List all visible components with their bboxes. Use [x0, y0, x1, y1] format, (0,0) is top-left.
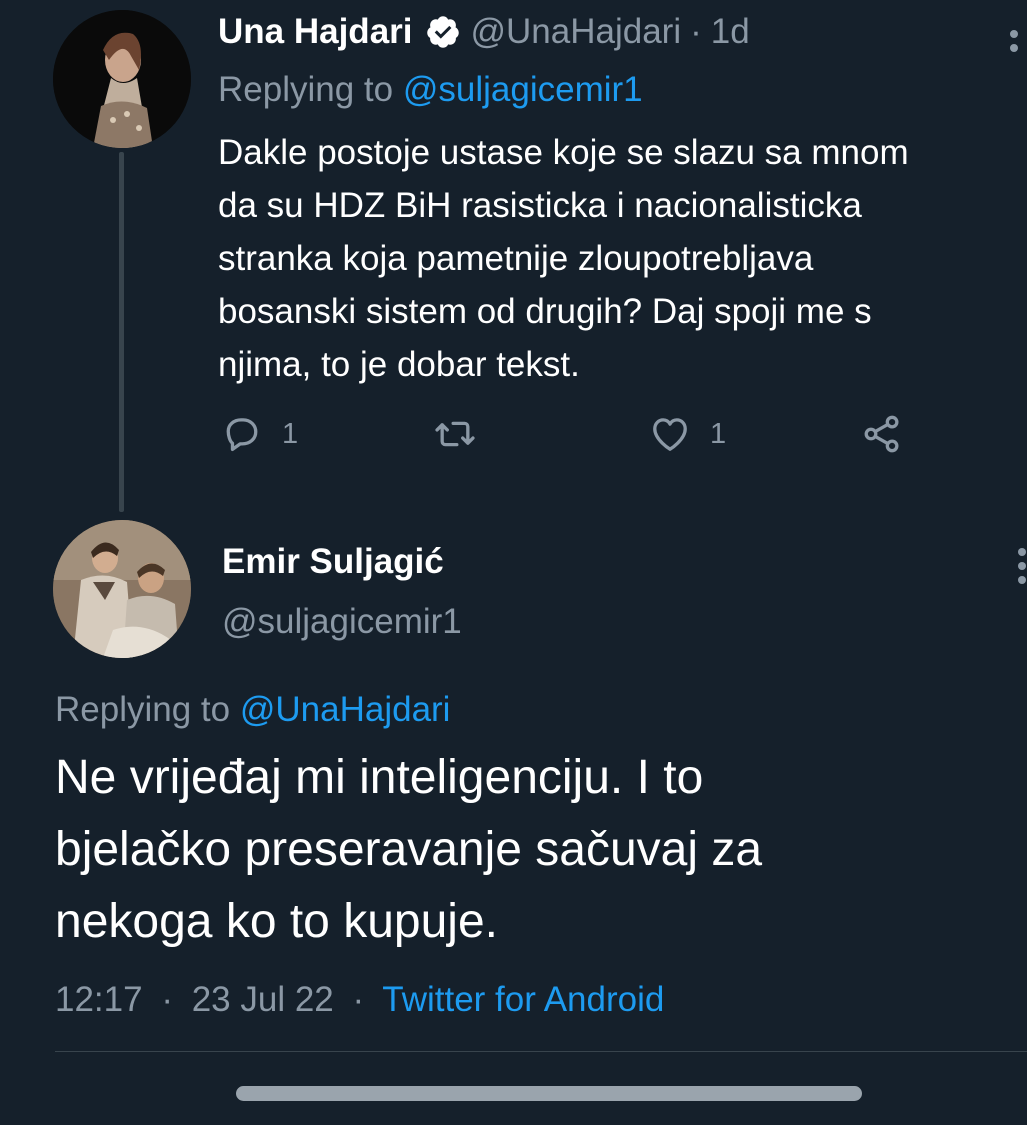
replying-prefix: Replying to — [218, 70, 394, 109]
replying-handle-link[interactable]: @UnaHajdari — [240, 690, 451, 729]
tweet-source-link[interactable]: Twitter for Android — [382, 980, 664, 1019]
author-name[interactable]: Emir Suljagić — [222, 538, 444, 586]
profile-photo — [53, 520, 191, 658]
tweet-metadata: 12:17 · 23 Jul 22 · Twitter for Android — [55, 976, 664, 1024]
author-name[interactable]: Una Hajdari — [218, 8, 413, 56]
share-nodes-icon — [864, 415, 899, 453]
retweet-arrows-icon — [435, 421, 475, 447]
tweet-time[interactable]: 1d — [711, 8, 750, 56]
like-count: 1 — [710, 417, 727, 450]
tweet-text-line: nekoga ko to kupuje. — [55, 895, 498, 948]
tweet1-action-bar: 1 1 — [220, 412, 920, 462]
replying-to: Replying to @UnaHajdari — [55, 686, 450, 734]
author-handle[interactable]: @suljagicemir1 — [222, 598, 462, 646]
replying-prefix: Replying to — [55, 690, 231, 729]
more-options-icon[interactable] — [1018, 548, 1027, 598]
tweet-text-line: Dakle postoje ustase koje se slazu sa mn… — [218, 133, 909, 172]
tweet-time: 12:17 — [55, 980, 143, 1019]
author-handle[interactable]: @UnaHajdari — [471, 8, 682, 56]
tweet1-header: Una Hajdari @UnaHajdari · 1d — [218, 8, 750, 56]
verified-badge-icon — [426, 16, 459, 48]
tweet-text-line: stranka koja pametnije zloupotrebljava — [218, 239, 814, 278]
tweet-date: 23 Jul 22 — [191, 980, 334, 1019]
avatar-emir-suljagic[interactable] — [53, 520, 191, 658]
replying-handle-link[interactable]: @suljagicemir1 — [403, 70, 643, 109]
tweet-text-line: bjelačko preseravanje sačuvaj za — [55, 823, 763, 876]
avatar-una-hajdari[interactable] — [53, 10, 191, 148]
tweet-text-line: da su HDZ BiH rasisticka i nacionalistic… — [218, 186, 862, 225]
speech-bubble-icon — [226, 418, 258, 452]
replying-to: Replying to @suljagicemir1 — [218, 66, 643, 114]
thread-connector-line — [119, 152, 124, 512]
reply-button[interactable]: 1 — [220, 412, 298, 456]
separator-dot: · — [690, 12, 702, 51]
tweet-text-line: bosanski sistem od drugih? Daj spoji me … — [218, 292, 872, 331]
separator-dot: · — [352, 980, 365, 1019]
tweet-text-line: njima, to je dobar tekst. — [218, 345, 580, 384]
divider — [55, 1051, 1027, 1052]
profile-photo — [53, 10, 191, 148]
tweet1-text: Dakle postoje ustase koje se slazu sa mn… — [218, 126, 1023, 391]
heart-icon — [653, 418, 687, 451]
like-button[interactable]: 1 — [648, 412, 726, 456]
home-indicator-bar[interactable] — [236, 1086, 862, 1101]
retweet-button[interactable] — [432, 412, 478, 456]
share-button[interactable] — [860, 412, 904, 456]
tweet2-text: Ne vrijeđaj mi inteligenciju. I to bjela… — [55, 742, 1015, 958]
reply-count: 1 — [282, 417, 299, 450]
separator-dot: · — [161, 980, 173, 1019]
tweet-text-line: Ne vrijeđaj mi inteligenciju. I to — [55, 751, 704, 804]
more-options-icon[interactable] — [1010, 30, 1027, 70]
